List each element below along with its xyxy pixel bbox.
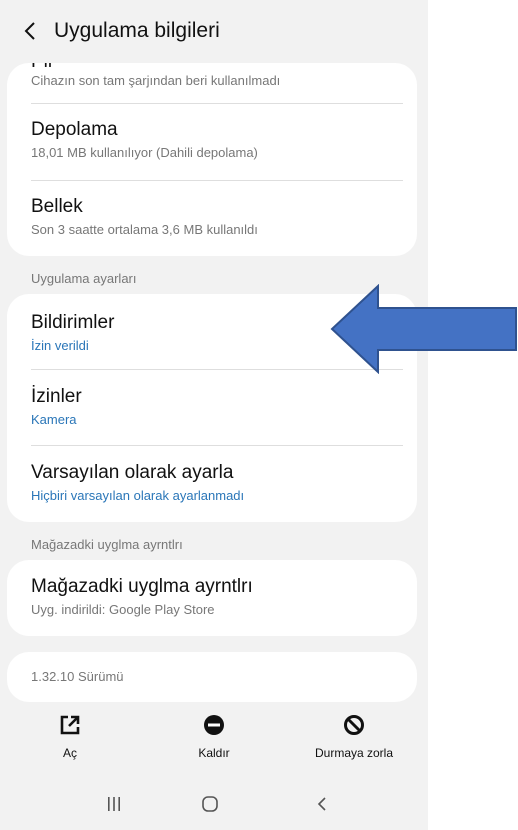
force-stop-button[interactable]: Durmaya zorla bbox=[294, 712, 414, 760]
nav-back-icon bbox=[317, 797, 326, 811]
storage-subtitle: 18,01 MB kullanılıyor (Dahili depolama) bbox=[31, 145, 258, 160]
store-section-label: Mağazadki uyglma ayrntlrı bbox=[31, 537, 183, 552]
memory-subtitle: Son 3 saatte ortalama 3,6 MB kullanıldı bbox=[31, 222, 258, 237]
bottom-action-bar: Aç Kaldır Durmaya zorla bbox=[0, 712, 428, 782]
home-button[interactable] bbox=[190, 792, 230, 816]
storage-row[interactable]: Depolama 18,01 MB kullanılıyor (Dahili d… bbox=[31, 119, 403, 160]
uninstall-button[interactable]: Kaldır bbox=[154, 712, 274, 760]
open-external-icon bbox=[60, 715, 80, 735]
defaults-title: Varsayılan olarak ayarla bbox=[31, 462, 234, 483]
open-button[interactable]: Aç bbox=[10, 712, 130, 760]
open-label: Aç bbox=[62, 746, 77, 760]
defaults-row[interactable]: Varsayılan olarak ayarla Hiçbiri varsayı… bbox=[31, 462, 403, 503]
back-chevron-icon bbox=[24, 22, 35, 40]
version-text: 1.32.10 Sürümü bbox=[31, 669, 124, 684]
battery-title: Pil bbox=[31, 63, 52, 73]
app-info-screen: Uygulama bilgileri Pil Cihazın son tam ş… bbox=[0, 0, 428, 830]
force-stop-label: Durmaya zorla bbox=[314, 746, 394, 760]
nav-back-button[interactable] bbox=[302, 792, 342, 816]
home-icon bbox=[202, 796, 218, 812]
divider bbox=[31, 103, 403, 104]
usage-card: Pil Cihazın son tam şarjından beri kulla… bbox=[7, 63, 417, 256]
storage-title: Depolama bbox=[31, 119, 118, 140]
block-icon bbox=[344, 715, 364, 735]
memory-title: Bellek bbox=[31, 196, 83, 217]
permissions-subtitle: Kamera bbox=[31, 412, 77, 427]
divider bbox=[31, 180, 403, 181]
permissions-title: İzinler bbox=[31, 386, 82, 407]
defaults-subtitle: Hiçbiri varsayılan olarak ayarlanmadı bbox=[31, 488, 245, 503]
minus-circle-icon bbox=[204, 715, 224, 735]
store-details-row[interactable]: Mağazadki uyglma ayrntlrı Uyg. indirildi… bbox=[31, 576, 403, 617]
store-details-subtitle: Uyg. indirildi: Google Play Store bbox=[31, 602, 215, 617]
store-card: Mağazadki uyglma ayrntlrı Uyg. indirildi… bbox=[7, 560, 417, 636]
app-settings-section-label: Uygulama ayarları bbox=[31, 271, 137, 286]
battery-row[interactable]: Cihazın son tam şarjından beri kullanılm… bbox=[31, 73, 403, 88]
memory-row[interactable]: Bellek Son 3 saatte ortalama 3,6 MB kull… bbox=[31, 196, 403, 237]
recents-button[interactable] bbox=[94, 792, 134, 816]
divider bbox=[31, 445, 403, 446]
version-row: 1.32.10 Sürümü bbox=[31, 669, 403, 684]
permissions-row[interactable]: İzinler Kamera bbox=[31, 386, 403, 427]
version-card: 1.32.10 Sürümü bbox=[7, 652, 417, 702]
battery-subtitle: Cihazın son tam şarjından beri kullanılm… bbox=[31, 73, 281, 88]
page-title: Uygulama bilgileri bbox=[54, 19, 220, 42]
navigation-bar bbox=[0, 784, 428, 824]
uninstall-label: Kaldır bbox=[198, 746, 230, 760]
annotation-arrow-icon bbox=[330, 284, 517, 374]
store-details-title: Mağazadki uyglma ayrntlrı bbox=[31, 576, 253, 597]
back-button[interactable] bbox=[10, 11, 50, 51]
recents-icon bbox=[108, 797, 120, 811]
header: Uygulama bilgileri bbox=[0, 0, 428, 62]
